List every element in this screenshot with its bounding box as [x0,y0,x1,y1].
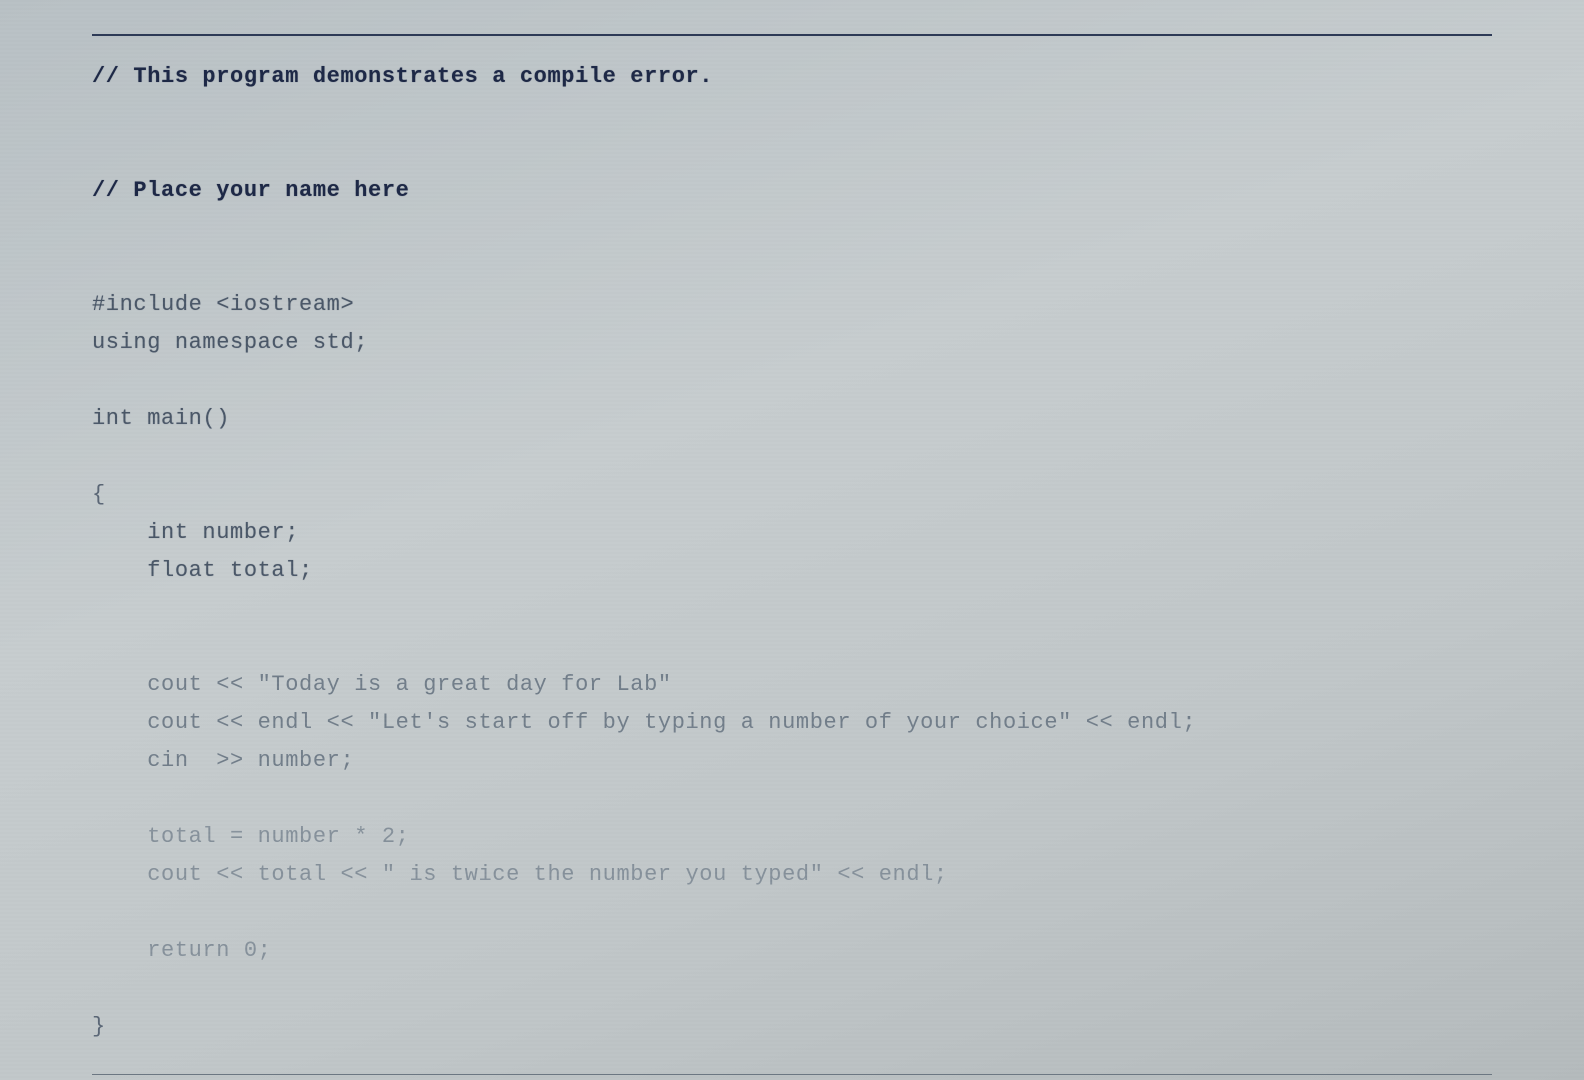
code-line-cout3: cout << total << " is twice the number y… [92,862,948,887]
code-line-decl-total: float total; [92,558,313,583]
code-line-comment1: // This program demonstrates a compile e… [92,64,713,89]
top-rule [92,34,1492,36]
code-page: // This program demonstrates a compile e… [0,0,1584,1080]
code-line-openbrace: { [92,482,106,507]
code-line-main: int main() [92,406,230,431]
code-line-cout1: cout << "Today is a great day for Lab" [92,672,672,697]
code-line-decl-number: int number; [92,520,299,545]
bottom-rule [92,1074,1492,1075]
code-line-using: using namespace std; [92,330,368,355]
code-line-comment2: // Place your name here [92,178,409,203]
code-line-include: #include <iostream> [92,292,354,317]
code-line-assign: total = number * 2; [92,824,409,849]
code-block: // This program demonstrates a compile e… [92,58,1492,1046]
code-line-cin: cin >> number; [92,748,354,773]
code-line-return: return 0; [92,938,271,963]
code-line-cout2: cout << endl << "Let's start off by typi… [92,710,1196,735]
code-line-closebrace: } [92,1014,106,1039]
